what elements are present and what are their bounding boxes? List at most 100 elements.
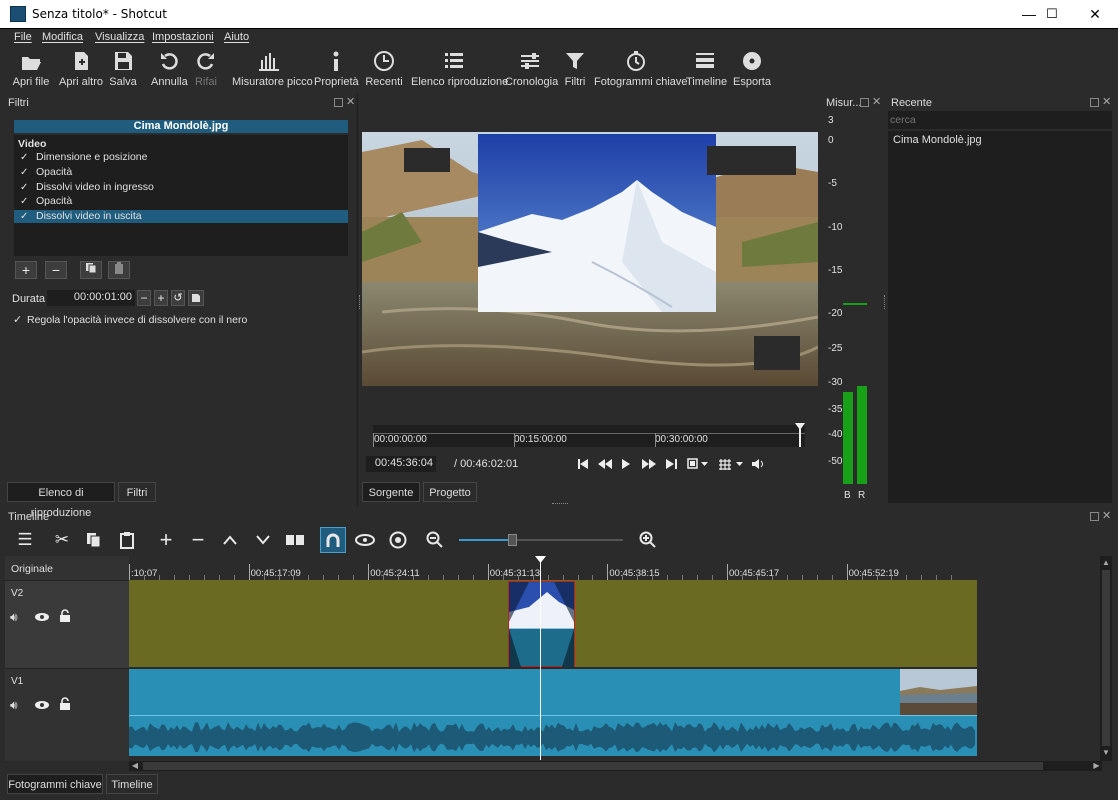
eye-icon[interactable] <box>34 612 50 622</box>
duration-increase-button[interactable]: + <box>154 290 168 306</box>
zoom-slider-handle[interactable] <box>508 534 517 546</box>
check-icon[interactable]: ✓ <box>20 195 28 208</box>
float-panel-icon[interactable] <box>334 98 343 107</box>
history-button[interactable]: Cronologia <box>505 50 558 88</box>
check-icon[interactable]: ✓ <box>20 151 28 164</box>
scroll-up-icon[interactable]: ▲ <box>1100 558 1112 567</box>
properties-button[interactable]: Proprietà <box>314 50 359 88</box>
undo-button[interactable]: Annulla <box>151 50 188 88</box>
maximize-button[interactable]: ☐ <box>1029 0 1075 28</box>
timeline-menu-icon[interactable]: ☰ <box>13 530 37 550</box>
float-panel-icon[interactable] <box>860 98 869 107</box>
timeline-playhead-icon[interactable] <box>535 556 546 563</box>
eye-icon[interactable] <box>34 700 50 710</box>
recent-search-input[interactable] <box>888 111 1112 129</box>
splitter-handle[interactable] <box>552 503 568 505</box>
fast-forward-icon[interactable] <box>642 459 656 469</box>
filters-button[interactable]: Filtri <box>562 50 588 88</box>
export-button[interactable]: Esporta <box>733 50 771 88</box>
open-file-button[interactable]: Apri file <box>10 50 52 88</box>
zoom-in-icon[interactable] <box>636 530 660 550</box>
tab-source[interactable]: Sorgente <box>362 482 420 502</box>
menu-file[interactable]: File <box>14 31 32 43</box>
filter-item-selected[interactable]: ✓ Dissolvi video in uscita <box>14 210 348 223</box>
track-header-v2[interactable]: V2 🔊︎ <box>5 580 129 668</box>
playhead-marker-icon[interactable] <box>794 423 806 447</box>
splitter-handle[interactable] <box>359 295 361 309</box>
open-other-button[interactable]: Apri altro <box>57 50 105 88</box>
zoom-slider[interactable] <box>459 534 623 546</box>
overwrite-icon[interactable] <box>251 530 275 550</box>
check-icon[interactable]: ✓ <box>20 210 28 223</box>
timeline-horizontal-scrollbar[interactable]: ◀ ▶ <box>129 761 1102 771</box>
play-icon[interactable] <box>622 459 630 469</box>
filter-item[interactable]: ✓ Dimensione e posizione <box>14 151 348 164</box>
lift-icon[interactable] <box>218 530 242 550</box>
lock-icon[interactable] <box>59 697 71 711</box>
cut-icon[interactable]: ✂ <box>50 530 74 550</box>
tab-keyframes[interactable]: Fotogrammi chiave <box>7 774 103 794</box>
copy-icon[interactable] <box>82 530 106 550</box>
duration-decrease-button[interactable]: − <box>137 290 151 306</box>
float-panel-icon[interactable] <box>1090 512 1099 521</box>
ripple-delete-icon[interactable]: − <box>186 529 210 551</box>
reset-icon[interactable]: ↺ <box>171 290 185 306</box>
mute-icon[interactable]: 🔊︎ <box>10 610 18 625</box>
volume-icon[interactable] <box>752 458 766 470</box>
lock-icon[interactable] <box>59 609 71 623</box>
split-icon[interactable] <box>283 530 307 550</box>
timeline-playhead[interactable] <box>540 558 541 760</box>
timeline-ruler[interactable]: :10:07 00:45:17:09 00:45:24:11 00:45:31:13 0… <box>129 556 977 580</box>
scrollbar-thumb[interactable] <box>143 762 1043 770</box>
filter-item[interactable]: ✓ Opacità <box>14 166 348 179</box>
timeline-vertical-scrollbar[interactable]: ▲ ▼ <box>1100 556 1112 761</box>
playlist-button[interactable]: Elenco riproduzione <box>411 50 508 88</box>
recent-item[interactable]: Cima Mondolè.jpg <box>893 134 982 146</box>
skip-next-icon[interactable] <box>666 459 678 469</box>
append-icon[interactable]: + <box>154 529 178 551</box>
timeline-button[interactable]: Timeline <box>686 50 727 88</box>
mute-icon[interactable]: 🔊︎ <box>10 698 18 713</box>
float-panel-icon[interactable] <box>1090 98 1099 107</box>
redo-button[interactable]: Rifai <box>192 50 220 88</box>
menu-impostazioni[interactable]: Impostazioni <box>152 31 214 43</box>
position-timecode[interactable]: 00:45:36:04 <box>366 456 436 472</box>
video-preview[interactable] <box>362 132 818 386</box>
zoom-dropdown-icon[interactable] <box>687 458 709 470</box>
filter-item[interactable]: ✓ Dissolvi video in ingresso <box>14 181 348 194</box>
snap-icon[interactable] <box>320 527 346 553</box>
opacity-checkbox[interactable]: ✓ <box>13 313 22 326</box>
tab-timeline[interactable]: Timeline <box>106 774 158 794</box>
scroll-right-icon[interactable]: ▶ <box>1091 761 1102 771</box>
close-panel-icon[interactable]: ✕ <box>872 97 881 108</box>
menu-aiuto[interactable]: Aiuto <box>224 31 249 43</box>
scrub-drag-icon[interactable] <box>353 530 377 550</box>
filter-list[interactable]: Video ✓ Dimensione e posizione ✓ Opacità ✓… <box>14 135 348 256</box>
duration-field[interactable]: 00:00:01:00 <box>47 290 135 306</box>
tab-playlist[interactable]: Elenco di riproduzione <box>7 482 115 519</box>
filter-item[interactable]: ✓ Opacità <box>14 195 348 208</box>
save-preset-button[interactable] <box>188 290 204 306</box>
grid-dropdown-icon[interactable] <box>718 458 746 470</box>
tab-filters[interactable]: Filtri <box>118 482 156 502</box>
add-filter-button[interactable]: + <box>15 261 37 279</box>
paste-filter-button[interactable] <box>108 261 130 279</box>
close-panel-icon[interactable]: ✕ <box>1102 511 1111 522</box>
skip-previous-icon[interactable] <box>578 459 590 469</box>
scroll-down-icon[interactable]: ▼ <box>1100 748 1112 757</box>
paste-icon[interactable] <box>115 530 139 550</box>
zoom-out-icon[interactable] <box>423 530 447 550</box>
track-v1[interactable] <box>129 669 977 756</box>
check-icon[interactable]: ✓ <box>20 181 28 194</box>
track-v2[interactable] <box>129 580 977 667</box>
close-button[interactable]: ✕ <box>1072 0 1118 28</box>
remove-filter-button[interactable]: − <box>45 261 67 279</box>
recent-button[interactable]: Recenti <box>365 50 403 88</box>
scroll-left-icon[interactable]: ◀ <box>129 761 141 771</box>
copy-filter-button[interactable] <box>80 261 102 279</box>
tab-project[interactable]: Progetto <box>423 482 477 502</box>
close-panel-icon[interactable]: ✕ <box>1102 97 1111 108</box>
image-clip-selected[interactable] <box>508 581 575 667</box>
ripple-icon[interactable] <box>386 530 410 550</box>
menu-modifica[interactable]: Modifica <box>42 31 83 43</box>
